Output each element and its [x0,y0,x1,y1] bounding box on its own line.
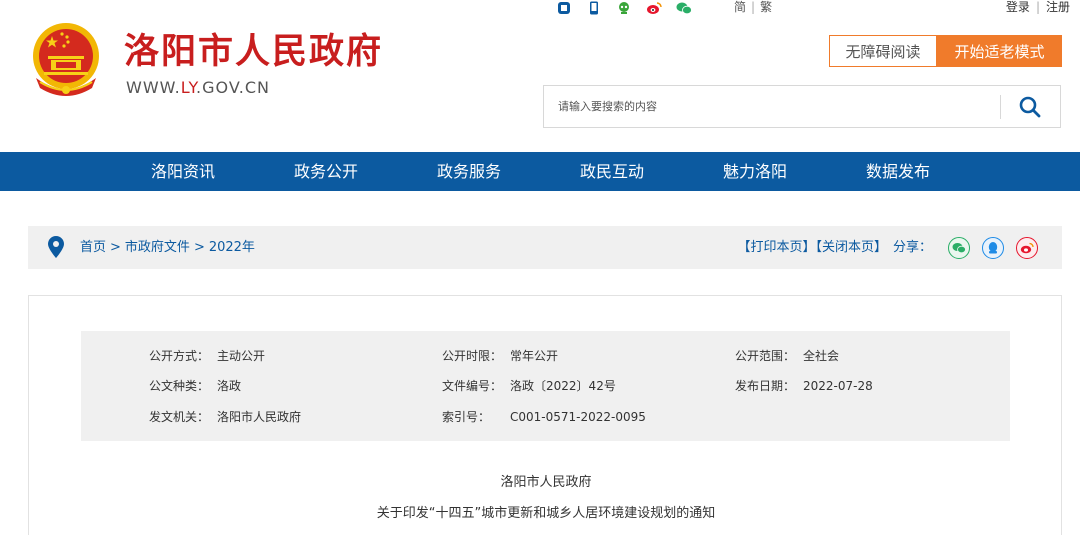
nav-item-luoyang-news[interactable]: 洛阳资讯 [151,152,215,191]
meta-value: 常年公开 [510,349,559,363]
nav-item-data-release[interactable]: 数据发布 [866,152,930,191]
meta-publish-date: 发布日期： 2022-07-28 [735,378,873,394]
close-page-link[interactable]: 【关闭本页】 [815,240,887,255]
weibo-icon[interactable] [646,1,662,15]
share-wechat-icon[interactable] [948,237,970,259]
breadcrumb: 首页 > 市政府文件 >2022年 [80,226,255,269]
lang-traditional-link[interactable]: 繁 [760,0,772,14]
meta-disclosure-scope: 公开范围： 全社会 [735,348,839,364]
document-meta-table: 公开方式： 主动公开 公开时限： 常年公开 公开范围： 全社会 公文种类： 洛政 文件编… [81,331,1010,441]
meta-label: 发布日期： [735,379,796,393]
meta-label: 索引号： [442,410,491,424]
meta-disclosure-period: 公开时限： 常年公开 [442,348,558,364]
robot-icon[interactable] [616,1,632,15]
separator: | [751,0,756,14]
meta-doc-number: 文件编号： 洛政〔2022〕42号 [442,378,616,394]
meta-issuing-authority: 发文机关： 洛阳市人民政府 [149,409,301,425]
main-nav: 洛阳资讯 政务公开 政务服务 政民互动 魅力洛阳 数据发布 [0,152,1080,191]
mode-buttons: 无障碍阅读 开始适老模式 [829,35,1062,67]
share-label: 分享： [892,240,932,255]
breadcrumb-separator: > [193,240,205,255]
meta-index-number: 索引号： C001-0571-2022-0095 [442,409,646,425]
meta-value: 洛政〔2022〕42号 [510,379,616,393]
search-input[interactable] [544,86,1000,127]
nav-item-gov-services[interactable]: 政务服务 [437,152,501,191]
nav-item-gov-affairs-open[interactable]: 政务公开 [294,152,358,191]
breadcrumb-home[interactable]: 首页 [80,240,106,255]
login-link[interactable]: 登录 [1006,0,1030,14]
elder-mode-button[interactable]: 开始适老模式 [937,35,1062,67]
meta-label: 文件编号： [442,379,503,393]
language-switch: 简 | 繁 [734,0,772,14]
breadcrumb-city-docs[interactable]: 市政府文件 [125,240,190,255]
meta-value: 主动公开 [217,349,266,363]
meta-value: 2022-07-28 [803,379,873,393]
location-pin-icon [48,236,64,258]
site-url: WWW.LY.GOV.CN [126,78,270,98]
meta-disclosure-method: 公开方式： 主动公开 [149,348,265,364]
share-weibo-icon[interactable] [1016,237,1038,259]
gov-app-icon[interactable] [556,1,572,15]
top-icon-row [556,0,692,16]
share-qq-icon[interactable] [982,237,1004,259]
accessible-reading-button[interactable]: 无障碍阅读 [829,35,937,67]
breadcrumb-separator: > [110,240,121,255]
wechat-icon[interactable] [676,1,692,15]
page-tools: 【打印本页】【关闭本页】 分享： [737,226,932,269]
meta-label: 公开方式： [149,349,210,363]
nav-item-charm-luoyang[interactable]: 魅力洛阳 [723,152,787,191]
site-title[interactable]: 洛阳市人民政府 [124,30,383,74]
meta-doc-type: 公文种类： 洛政 [149,378,241,394]
breadcrumb-year[interactable]: 2022年 [209,240,255,255]
meta-value: C001-0571-2022-0095 [510,410,646,424]
separator: | [1035,0,1040,14]
document-title: 关于印发“十四五”城市更新和城乡人居环境建设规划的通知 [376,506,716,521]
print-page-link[interactable]: 【打印本页】 [737,240,815,255]
meta-value: 全社会 [803,349,840,363]
meta-label: 公开时限： [442,349,503,363]
meta-value: 洛阳市人民政府 [217,410,302,424]
document-issuer: 洛阳市人民政府 [500,475,592,490]
url-prefix: WWW. [126,78,181,97]
meta-value: 洛政 [217,379,242,393]
nav-item-interaction[interactable]: 政民互动 [580,152,644,191]
search-box [543,85,1061,128]
search-button[interactable] [1010,93,1050,121]
url-suffix: .GOV.CN [196,78,270,97]
url-accent: LY [180,78,197,97]
meta-label: 公开范围： [735,349,796,363]
breadcrumb-bar: 首页 > 市政府文件 >2022年 【打印本页】【关闭本页】 分享： [28,226,1062,269]
auth-links: 登录 | 注册 [1006,0,1070,14]
register-link[interactable]: 注册 [1046,0,1070,14]
lang-simplified-link[interactable]: 简 [734,0,746,14]
share-icons [948,237,1038,259]
meta-label: 公文种类： [149,379,210,393]
search-divider [1000,95,1001,119]
national-emblem-logo [26,20,106,104]
meta-label: 发文机关： [149,410,210,424]
mobile-icon[interactable] [586,1,602,15]
search-icon [1019,96,1041,118]
content-card: 公开方式： 主动公开 公开时限： 常年公开 公开范围： 全社会 公文种类： 洛政 文件编… [28,295,1062,535]
